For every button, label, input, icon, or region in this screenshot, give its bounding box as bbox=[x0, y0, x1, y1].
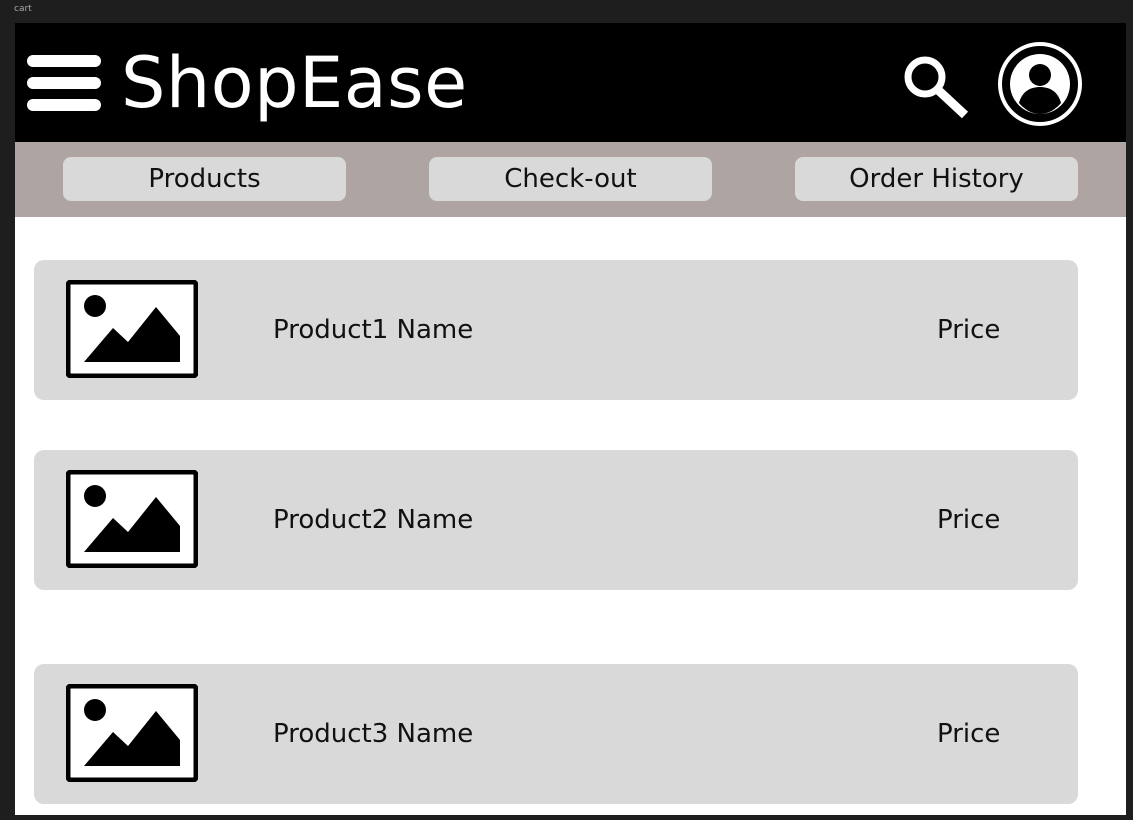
brand-logo-text: ShopEase bbox=[121, 42, 468, 124]
tab-bar: Products Check-out Order History bbox=[15, 142, 1126, 217]
top-header: ShopEase bbox=[15, 23, 1126, 142]
image-placeholder-icon bbox=[65, 683, 199, 783]
cart-item-row[interactable]: Product1 Name Price bbox=[34, 260, 1078, 400]
cart-item-row[interactable]: Product3 Name Price bbox=[34, 664, 1078, 804]
product-price: Price bbox=[937, 719, 1001, 749]
tab-products[interactable]: Products bbox=[63, 157, 346, 201]
image-placeholder-icon bbox=[65, 279, 199, 379]
product-price: Price bbox=[937, 315, 1001, 345]
user-profile-icon[interactable] bbox=[995, 39, 1085, 129]
tab-order-history[interactable]: Order History bbox=[795, 157, 1078, 201]
hamburger-menu-icon[interactable] bbox=[21, 49, 107, 117]
cart-item-row[interactable]: Product2 Name Price bbox=[34, 450, 1078, 590]
app-frame: ShopEase Products Check-out Order Histor… bbox=[15, 23, 1126, 815]
product-price: Price bbox=[937, 505, 1001, 535]
product-name: Product3 Name bbox=[273, 719, 474, 749]
image-placeholder-icon bbox=[65, 469, 199, 569]
frame-label: cart bbox=[14, 4, 32, 14]
product-name: Product1 Name bbox=[273, 315, 474, 345]
search-icon[interactable] bbox=[899, 51, 973, 119]
tab-check-out[interactable]: Check-out bbox=[429, 157, 712, 201]
product-name: Product2 Name bbox=[273, 505, 474, 535]
